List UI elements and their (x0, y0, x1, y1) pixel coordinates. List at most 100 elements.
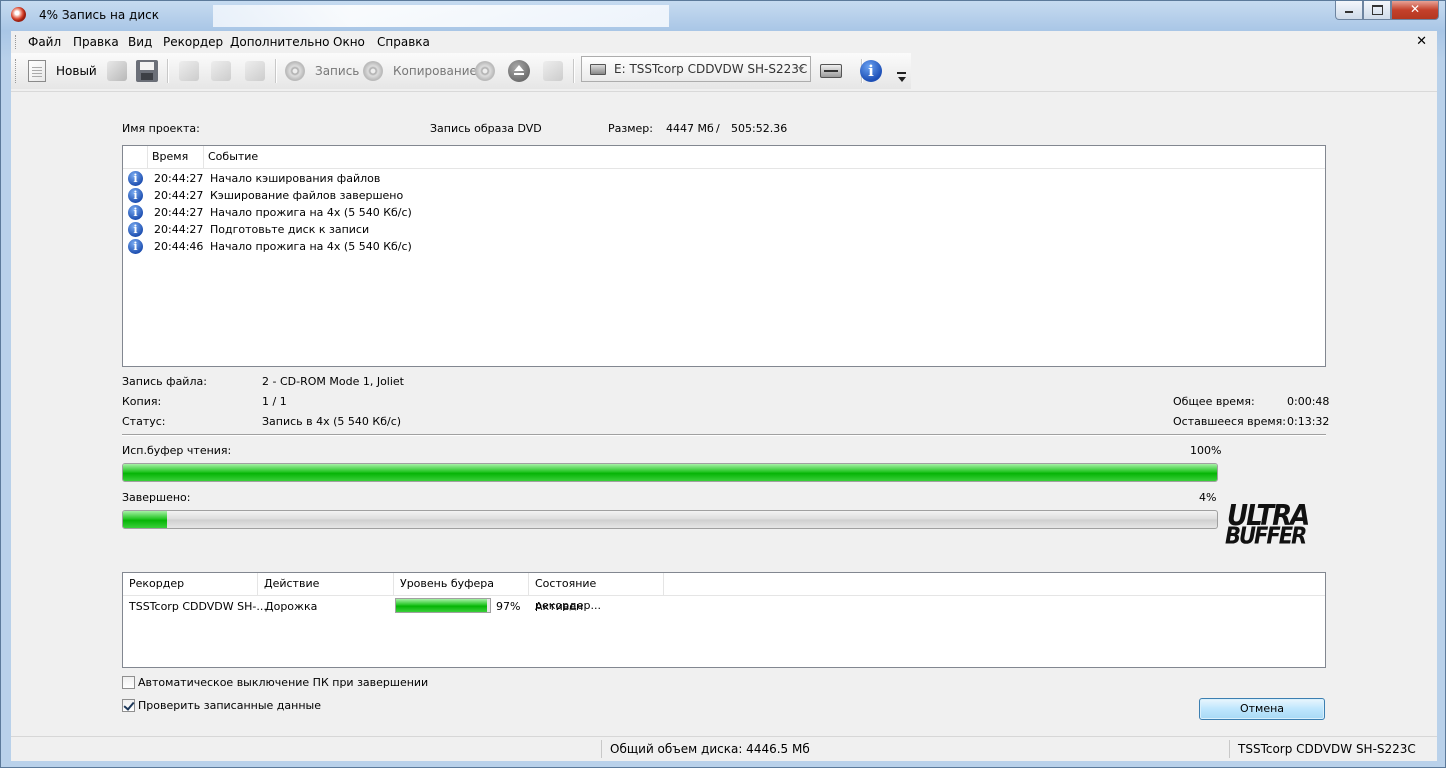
copy-disc-button[interactable]: Копирование (361, 58, 477, 84)
log-event: Подготовьте диск к записи (210, 223, 370, 236)
log-column-event[interactable]: Событие (204, 146, 1325, 168)
event-log[interactable]: Время Событие i 20:44:27 Начало кэширова… (122, 145, 1326, 367)
log-time: 20:44:27 (154, 189, 204, 202)
burn-progress-panel: Имя проекта: Запись образа DVD Размер: 4… (11, 91, 1437, 737)
menu-view[interactable]: Вид (128, 35, 152, 49)
close-icon: ✕ (1409, 2, 1421, 16)
menu-extras[interactable]: Дополнительно (230, 35, 330, 49)
menu-recorder[interactable]: Рекордер (163, 35, 223, 49)
verify-label[interactable]: Проверить записанные данные (138, 699, 321, 712)
file-label: Запись файла: (122, 375, 207, 388)
new-label: Новый (56, 64, 97, 78)
log-row[interactable]: i 20:44:27 Начало прожига на 4x (5 540 К… (123, 205, 1325, 222)
drive-settings-button[interactable] (819, 58, 843, 84)
copy-label: Копия: (122, 395, 162, 408)
read-buffer-fill (123, 464, 1217, 481)
recorder-list[interactable]: Рекордер Действие Уровень буфера Состоян… (122, 572, 1326, 668)
log-row[interactable]: i 20:44:46 Начало прожига на 4x (5 540 К… (123, 239, 1325, 256)
cancel-button[interactable]: Отмена (1199, 698, 1325, 720)
minimize-icon (1345, 11, 1353, 13)
recorder-name: TSSTcorp CDDVDW SH-... (129, 600, 267, 613)
title-bar[interactable]: 4% Запись на диск ✕ (1, 1, 1445, 29)
open-icon (107, 61, 127, 81)
paste-icon (245, 61, 265, 81)
read-buffer-bar (122, 463, 1218, 482)
status-value: Запись в 4x (5 540 Кб/с) (262, 415, 402, 428)
total-time-value: 0:00:48 (1287, 395, 1330, 408)
eject-icon (508, 60, 530, 82)
read-buffer-percent: 100% (1190, 444, 1222, 457)
log-row[interactable]: i 20:44:27 Подготовьте диск к записи (123, 222, 1325, 239)
verify-checkbox[interactable] (122, 699, 135, 712)
copy-button[interactable] (209, 58, 233, 84)
recorder-column-buffer[interactable]: Уровень буфера (394, 573, 529, 595)
mdi-close-icon[interactable]: ✕ (1416, 34, 1427, 49)
log-row[interactable]: i 20:44:27 Кэширование файлов завершено (123, 188, 1325, 205)
drive-select-value: E: TSSTcorp CDDVDW SH-S223C (614, 62, 808, 76)
log-icon-column[interactable] (123, 146, 148, 168)
save-icon (136, 60, 158, 82)
log-row[interactable]: i 20:44:27 Начало кэширования файлов (123, 171, 1325, 188)
paste-button[interactable] (243, 58, 267, 84)
toolbar-grip[interactable] (15, 59, 18, 83)
drive-select[interactable]: E: TSSTcorp CDDVDW SH-S223C (581, 56, 811, 82)
save-button[interactable] (135, 58, 159, 84)
log-time: 20:44:27 (154, 172, 204, 185)
copy-value: 1 / 1 (262, 395, 287, 408)
menu-window[interactable]: Окно (333, 35, 365, 49)
log-time: 20:44:46 (154, 240, 204, 253)
log-time: 20:44:27 (154, 223, 204, 236)
toolbar-separator (573, 59, 575, 83)
shutdown-checkbox[interactable] (122, 676, 135, 689)
chevron-down-icon (798, 67, 804, 71)
toolbar-overflow-icon[interactable] (897, 72, 907, 84)
cut-button[interactable] (177, 58, 201, 84)
recorder-state: Активен (535, 600, 584, 613)
info-button[interactable]: i (859, 58, 883, 84)
completed-percent: 4% (1199, 491, 1217, 504)
size-time: 505:52.36 (731, 122, 788, 135)
new-button[interactable]: Новый (25, 58, 97, 84)
info-icon: i (128, 188, 143, 203)
size-separator: / (716, 122, 720, 135)
maximize-button[interactable] (1363, 1, 1391, 20)
copy-disc-label: Копирование (393, 64, 477, 78)
file-value: 2 - CD-ROM Mode 1, Joliet (262, 375, 404, 388)
window-title: 4% Запись на диск (39, 8, 159, 22)
shutdown-label[interactable]: Автоматическое выключение ПК при заверше… (138, 676, 428, 689)
status-disk-total: Общий объем диска: 4446.5 Мб (601, 740, 1231, 758)
eject-button[interactable] (507, 58, 531, 84)
menu-edit[interactable]: Правка (73, 35, 119, 49)
maximize-icon (1372, 5, 1383, 15)
burn-disc-icon (285, 61, 305, 81)
open-button[interactable] (105, 58, 129, 84)
info-icon: i (128, 205, 143, 220)
burn-button[interactable]: Запись (283, 58, 359, 84)
close-button[interactable]: ✕ (1391, 1, 1439, 20)
remaining-time-value: 0:13:32 (1287, 415, 1330, 428)
erase-button[interactable] (541, 58, 565, 84)
recorder-column-action[interactable]: Действие (258, 573, 394, 595)
app-icon[interactable] (11, 7, 26, 22)
cut-icon (179, 61, 199, 81)
info-icon: i (128, 222, 143, 237)
log-event: Кэширование файлов завершено (210, 189, 404, 202)
burn-label: Запись (315, 64, 360, 78)
log-header: Время Событие (123, 146, 1325, 169)
recorder-column-state[interactable]: Состояние рекордер... (529, 573, 664, 612)
recorder-column-recorder[interactable]: Рекордер (123, 573, 258, 595)
recorder-buffer-bar (395, 598, 491, 613)
project-type: Запись образа DVD (430, 122, 542, 135)
menu-grip[interactable] (15, 35, 18, 49)
size-mb: 4447 Мб (666, 122, 714, 135)
minimize-button[interactable] (1335, 1, 1363, 20)
menu-file[interactable]: Файл (28, 35, 61, 49)
log-event: Начало прожига на 4x (5 540 Кб/с) (210, 240, 412, 253)
toolbar-separator (275, 59, 277, 83)
status-label: Статус: (122, 415, 166, 428)
completed-label: Завершено: (122, 491, 191, 504)
disc-info-button[interactable] (473, 58, 497, 84)
logo-line-2: BUFFER (1225, 522, 1307, 550)
log-column-time[interactable]: Время (148, 146, 204, 168)
menu-help[interactable]: Справка (377, 35, 430, 49)
